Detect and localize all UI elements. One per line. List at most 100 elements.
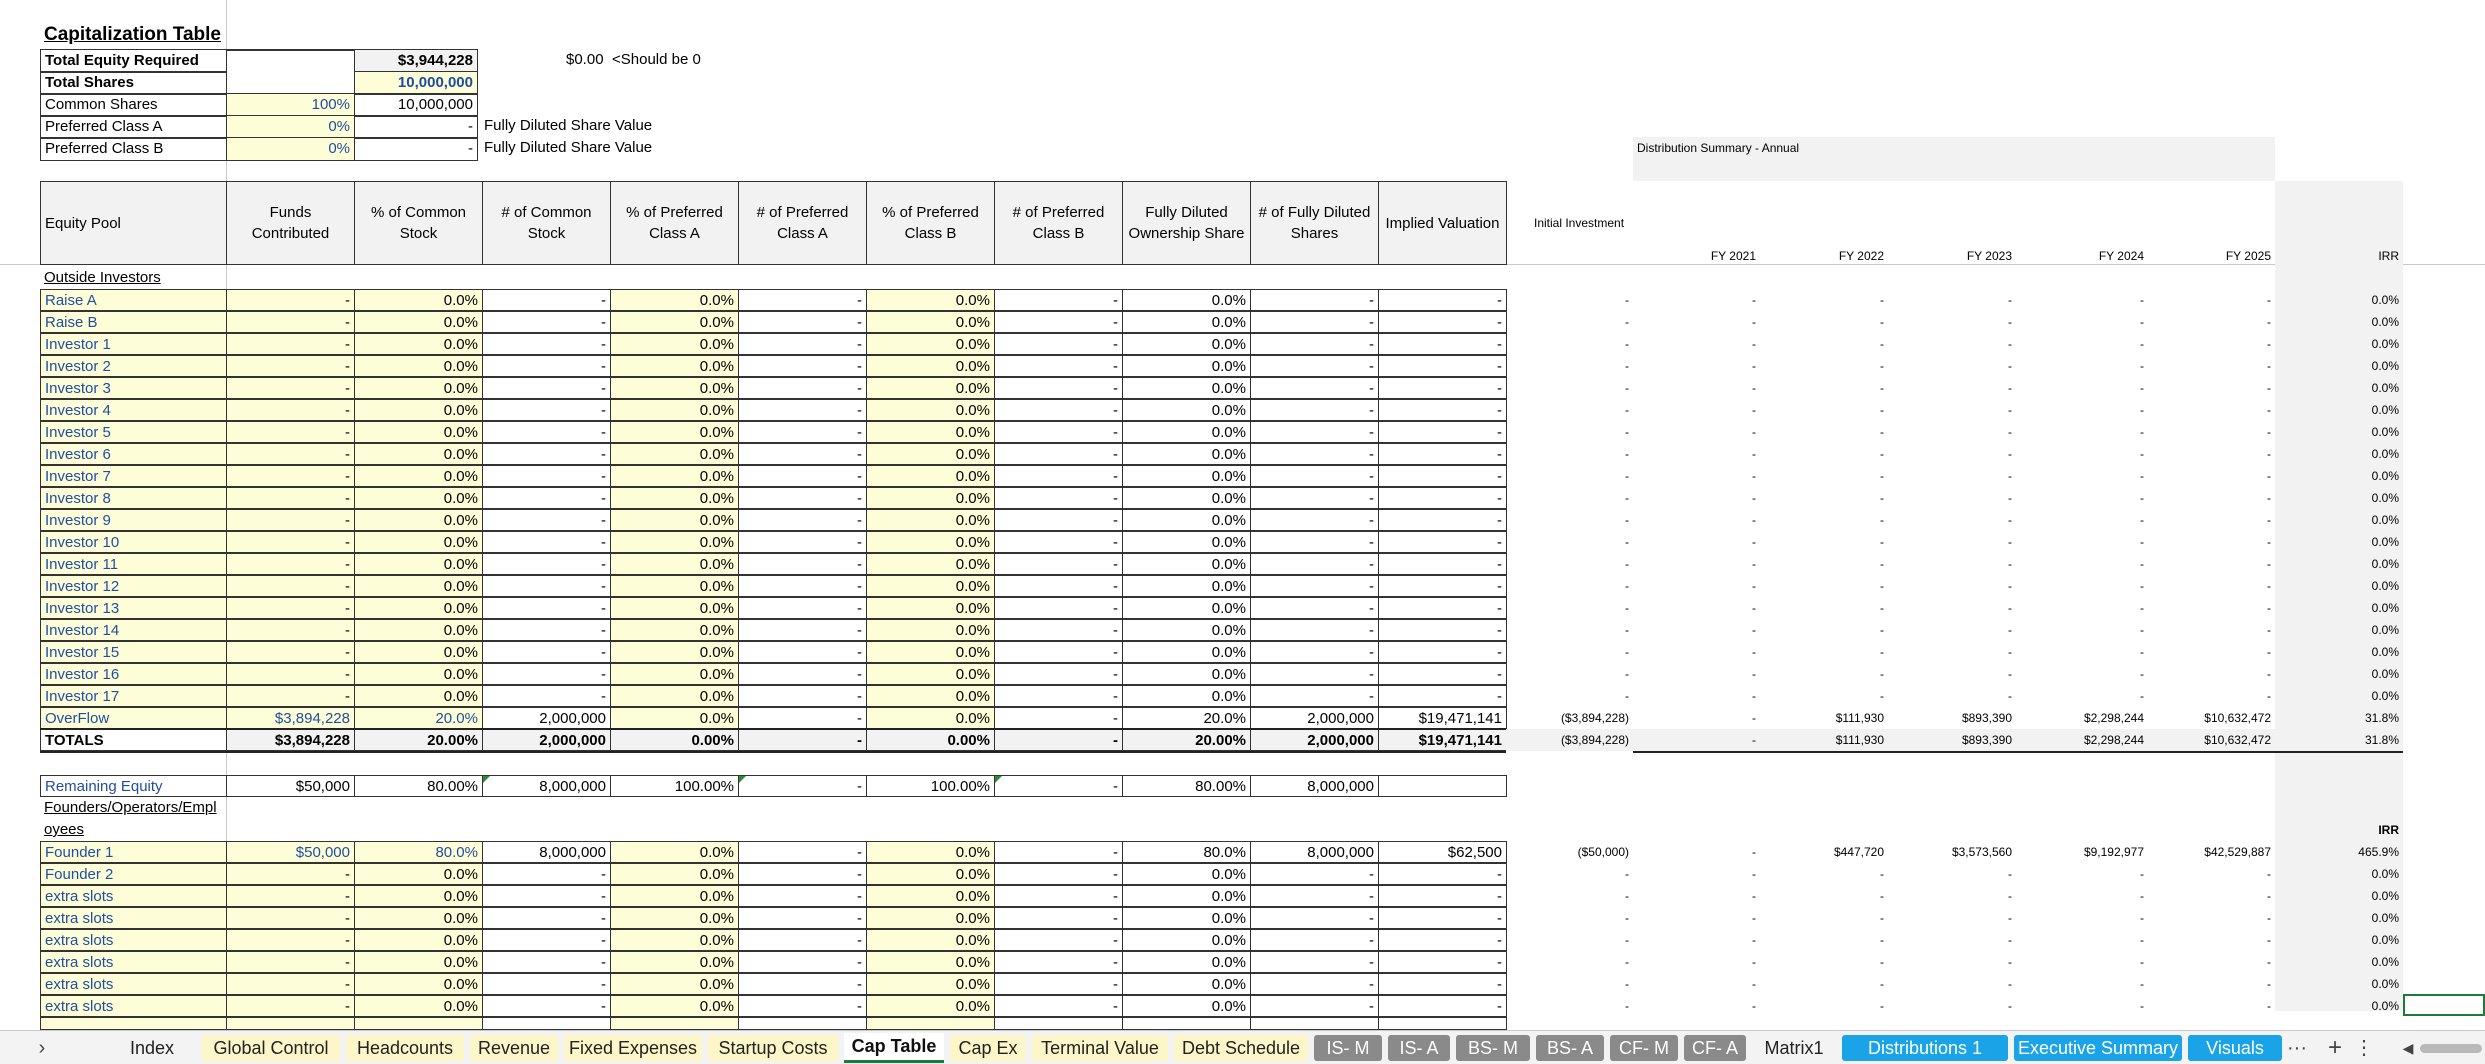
remaining-row-cell[interactable]: $50,000 (226, 775, 355, 797)
founder-row-distribution-cell[interactable]: - (1760, 863, 1888, 885)
founder-row-cell[interactable]: 0.0% (866, 863, 995, 885)
investor-row-cell[interactable]: - (994, 531, 1123, 553)
investor-row-cell[interactable]: - (994, 553, 1123, 575)
horizontal-scrollbar[interactable] (2420, 1044, 2482, 1053)
investor-row-cell[interactable]: - (738, 399, 867, 421)
investor-row-cell[interactable]: 0.0% (354, 685, 483, 707)
investor-row-cell[interactable]: 0.0% (354, 575, 483, 597)
totals-row-distribution-cell[interactable]: - (1633, 729, 1760, 751)
founder-row-distribution-cell[interactable]: - (1506, 995, 1633, 1017)
investor-row-cell[interactable]: - (738, 619, 867, 641)
investor-row-distribution-cell[interactable]: - (1888, 597, 2016, 619)
founder-row-distribution-cell[interactable]: 0.0% (2275, 863, 2403, 885)
remaining-row-cell[interactable]: 100.00% (610, 775, 739, 797)
investor-row-distribution-cell[interactable]: - (2148, 597, 2275, 619)
investor-row-distribution-cell[interactable]: - (1633, 619, 1760, 641)
investor-row-cell[interactable]: - (738, 509, 867, 531)
investor-row-cell[interactable]: - (226, 355, 355, 377)
investor-row-distribution-cell[interactable]: - (1633, 333, 1760, 355)
investor-row-cell[interactable]: 0.0% (1122, 597, 1251, 619)
investor-row-name[interactable]: Investor 13 (40, 597, 227, 619)
investor-row-distribution-cell[interactable]: - (1888, 487, 2016, 509)
investor-row-cell[interactable]: - (1250, 311, 1379, 333)
founder-row-cell[interactable]: - (738, 973, 867, 995)
founder-row-cell[interactable]: - (994, 929, 1123, 951)
investor-row-cell[interactable]: 0.0% (610, 487, 739, 509)
founder-row-distribution-cell[interactable]: ($50,000) (1506, 841, 1633, 863)
investor-row-cell[interactable]: 0.0% (610, 465, 739, 487)
investor-row-cell[interactable]: - (1250, 289, 1379, 311)
investor-row-distribution-cell[interactable]: - (1760, 355, 1888, 377)
investor-row-cell[interactable]: 0.0% (866, 641, 995, 663)
partial-row-cell[interactable] (1122, 1017, 1251, 1030)
remaining-row-cell[interactable]: 8,000,000 (482, 775, 611, 797)
partial-row-cell[interactable] (610, 1017, 739, 1030)
investor-row-cell[interactable]: - (482, 663, 611, 685)
investor-row-distribution-cell[interactable]: - (1506, 575, 1633, 597)
investor-row-distribution-cell[interactable]: - (2016, 663, 2148, 685)
investor-row-distribution-cell[interactable]: - (1760, 619, 1888, 641)
investor-row-name[interactable]: Raise A (40, 289, 227, 311)
investor-row-cell[interactable]: 0.0% (866, 421, 995, 443)
sheet-tab-cap-ex[interactable]: Cap Ex (950, 1035, 1026, 1061)
founder-row-cell[interactable]: - (226, 929, 355, 951)
investor-row-cell[interactable]: - (1378, 421, 1507, 443)
investor-row-cell[interactable]: - (738, 487, 867, 509)
sheet-tab-distributions-1[interactable]: Distributions 1 (1842, 1035, 2008, 1061)
investor-row-cell[interactable]: 0.0% (610, 399, 739, 421)
investor-row-cell[interactable]: - (482, 355, 611, 377)
founder-row-cell[interactable]: - (1250, 995, 1379, 1017)
investor-row-distribution-cell[interactable]: - (2016, 311, 2148, 333)
investor-row-distribution-cell[interactable]: - (1888, 289, 2016, 311)
investor-row-cell[interactable]: - (738, 597, 867, 619)
investor-row-cell[interactable]: - (738, 355, 867, 377)
investor-row-distribution-cell[interactable]: - (1760, 685, 1888, 707)
investor-row-distribution-cell[interactable]: - (2016, 685, 2148, 707)
investor-row-cell[interactable]: 0.0% (1122, 487, 1251, 509)
investor-row-distribution-cell[interactable]: - (1888, 421, 2016, 443)
investor-row-cell[interactable]: - (226, 421, 355, 443)
totals-row-distribution-cell[interactable]: $10,632,472 (2148, 729, 2275, 751)
investor-row-distribution-cell[interactable]: - (1633, 465, 1760, 487)
investor-row-distribution-cell[interactable]: - (2148, 685, 2275, 707)
investor-row-distribution-cell[interactable]: 0.0% (2275, 641, 2403, 663)
investor-row-cell[interactable]: 0.0% (866, 355, 995, 377)
investor-row-distribution-cell[interactable]: - (1633, 289, 1760, 311)
sheet-tab-headcounts[interactable]: Headcounts (346, 1035, 464, 1061)
investor-row-cell[interactable]: 0.0% (1122, 509, 1251, 531)
investor-row-distribution-cell[interactable]: - (2148, 531, 2275, 553)
partial-row-cell[interactable] (994, 1017, 1123, 1030)
investor-row-distribution-cell[interactable]: - (2148, 509, 2275, 531)
investor-row-cell[interactable]: - (994, 707, 1123, 729)
investor-row-distribution-cell[interactable]: $893,390 (1888, 707, 2016, 729)
investor-row-cell[interactable]: 0.0% (1122, 619, 1251, 641)
common-shares-value[interactable]: 10,000,000 (354, 93, 478, 117)
totals-row-distribution-cell[interactable]: ($3,894,228) (1506, 729, 1633, 751)
founder-row-cell[interactable]: 0.0% (610, 929, 739, 951)
investor-row-cell[interactable]: 0.0% (866, 443, 995, 465)
investor-row-cell[interactable]: - (1378, 333, 1507, 355)
founder-row-distribution-cell[interactable]: - (2148, 929, 2275, 951)
investor-row-cell[interactable]: 0.0% (610, 685, 739, 707)
founder-row-distribution-cell[interactable]: 0.0% (2275, 907, 2403, 929)
investor-row-distribution-cell[interactable]: - (1633, 641, 1760, 663)
investor-row-distribution-cell[interactable]: - (1888, 575, 2016, 597)
investor-row-cell[interactable]: - (1250, 421, 1379, 443)
founder-row-distribution-cell[interactable]: - (2148, 863, 2275, 885)
investor-row-distribution-cell[interactable]: - (1633, 575, 1760, 597)
founder-row-distribution-cell[interactable]: 0.0% (2275, 885, 2403, 907)
investor-row-cell[interactable]: 0.0% (1122, 421, 1251, 443)
totals-row-distribution-cell[interactable]: $893,390 (1888, 729, 2016, 751)
investor-row-cell[interactable]: 0.0% (354, 311, 483, 333)
investor-row-cell[interactable]: - (1250, 333, 1379, 355)
founder-row-distribution-cell[interactable]: - (2016, 951, 2148, 973)
investor-row-cell[interactable]: 0.0% (866, 311, 995, 333)
founder-row-cell[interactable]: - (482, 863, 611, 885)
founder-row-distribution-cell[interactable]: - (1506, 885, 1633, 907)
investor-row-distribution-cell[interactable]: - (1506, 333, 1633, 355)
investor-row-distribution-cell[interactable]: - (2148, 619, 2275, 641)
ellipsis-icon[interactable]: ··· (2282, 1035, 2312, 1061)
investor-row-cell[interactable]: 0.0% (1122, 663, 1251, 685)
investor-row-name[interactable]: Investor 17 (40, 685, 227, 707)
investor-row-cell[interactable]: 0.0% (866, 289, 995, 311)
